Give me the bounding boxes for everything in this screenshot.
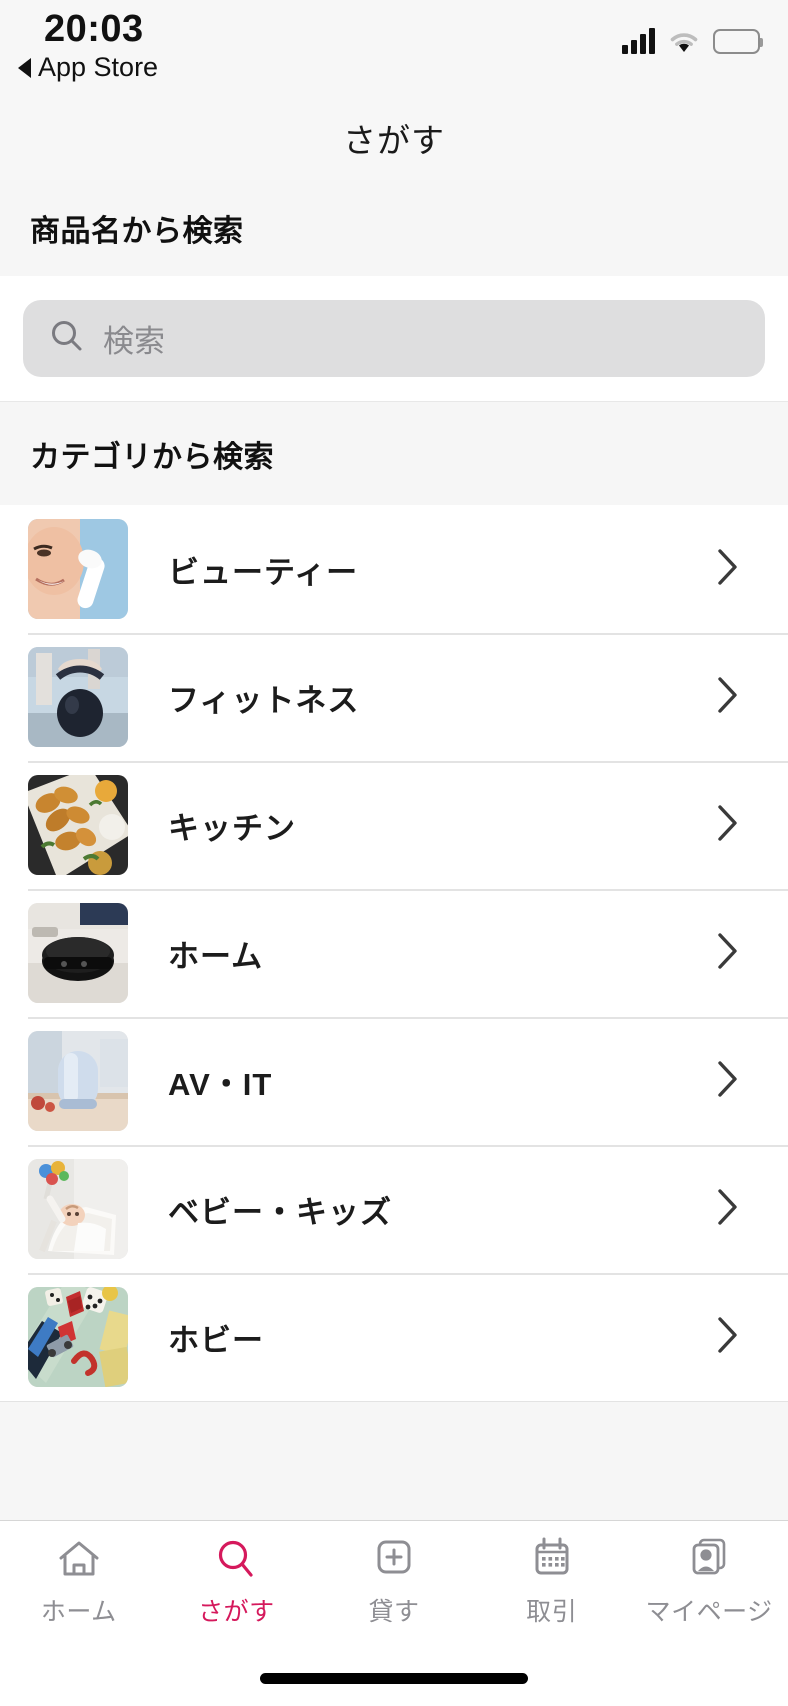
robot-vacuum-photo (28, 903, 128, 1003)
search-input[interactable]: 検索 (23, 300, 765, 377)
kettlebell-photo (28, 647, 128, 747)
home-indicator-area (0, 1650, 788, 1706)
list-item[interactable]: キッチン (0, 761, 788, 889)
back-label: App Store (38, 52, 159, 82)
home-indicator-bar[interactable] (260, 1672, 528, 1684)
wifi-icon (668, 30, 700, 54)
list-bottom-spacer (0, 1401, 788, 1520)
category-section-label: カテゴリから検索 (30, 440, 274, 474)
chevron-right-icon (714, 1311, 742, 1364)
tab-home-label: ホーム (40, 1598, 117, 1626)
search-section-header: 商品名から検索 (0, 180, 788, 276)
chevron-right-icon (714, 799, 742, 852)
calendar-icon (528, 1535, 576, 1583)
tab-search-label: さがす (198, 1598, 275, 1626)
battery-full-icon (713, 29, 763, 54)
list-item-label: ホビー (168, 1322, 264, 1358)
chevron-right-icon (714, 1183, 742, 1236)
profile-cards-icon (685, 1535, 733, 1583)
home-icon (55, 1535, 103, 1583)
status-bar: 20:03 App Store (0, 0, 788, 96)
status-bar-time: 20:03 (44, 8, 144, 50)
chevron-right-icon (714, 927, 742, 980)
list-item-label: ビューティー (168, 554, 359, 590)
smart-speaker-photo (28, 1031, 128, 1131)
back-triangle-icon (18, 57, 31, 78)
tab-lend[interactable]: 貸す (315, 1535, 473, 1628)
chevron-right-icon (714, 543, 742, 596)
search-icon (49, 318, 85, 359)
tab-bar: ホーム さがす 貸す 取引 マイページ (0, 1520, 788, 1650)
list-item-label: AV・IT (168, 1066, 273, 1102)
tab-transactions[interactable]: 取引 (473, 1535, 631, 1628)
chevron-right-icon (714, 671, 742, 724)
beauty-device-photo (28, 519, 128, 619)
navigation-bar: さがす (0, 96, 788, 180)
chevron-right-icon (714, 1055, 742, 1108)
chicken-wings-photo (28, 775, 128, 875)
tab-transactions-label: 取引 (526, 1598, 578, 1626)
status-bar-indicators (622, 20, 763, 54)
back-to-app-store-link[interactable]: App Store (18, 52, 158, 83)
search-section-label: 商品名から検索 (30, 215, 244, 248)
category-section-header: カテゴリから検索 (0, 401, 788, 505)
baby-bouncer-photo (28, 1159, 128, 1259)
list-item[interactable]: ベビー・キッズ (0, 1145, 788, 1273)
search-icon (212, 1535, 260, 1583)
list-item[interactable]: ホビー (0, 1273, 788, 1401)
plus-square-icon (370, 1535, 418, 1583)
search-field-container: 検索 (0, 276, 788, 401)
list-item-label: フィットネス (168, 682, 360, 718)
list-item[interactable]: ビューティー (0, 505, 788, 633)
cellular-signal-icon (622, 28, 655, 54)
list-item-label: ホーム (168, 938, 264, 974)
list-item[interactable]: AV・IT (0, 1017, 788, 1145)
tab-mypage-label: マイページ (645, 1598, 773, 1626)
tab-home[interactable]: ホーム (0, 1535, 158, 1628)
tab-mypage[interactable]: マイページ (630, 1535, 788, 1628)
board-game-photo (28, 1287, 128, 1387)
search-placeholder: 検索 (103, 324, 165, 359)
tab-search[interactable]: さがす (158, 1535, 316, 1628)
tab-lend-label: 貸す (368, 1598, 420, 1626)
category-list: ビューティー フィットネス キッチン ホーム AV・IT ベビー・キッズ ホビー (0, 505, 788, 1401)
list-item[interactable]: フィットネス (0, 633, 788, 761)
list-item-label: キッチン (168, 810, 296, 846)
app-screen: 20:03 App Store さがす 商品名から検索 検索 カテゴリから検索 … (0, 0, 788, 1706)
list-item[interactable]: ホーム (0, 889, 788, 1017)
list-item-label: ベビー・キッズ (168, 1194, 392, 1230)
page-title: さがす (343, 122, 445, 159)
